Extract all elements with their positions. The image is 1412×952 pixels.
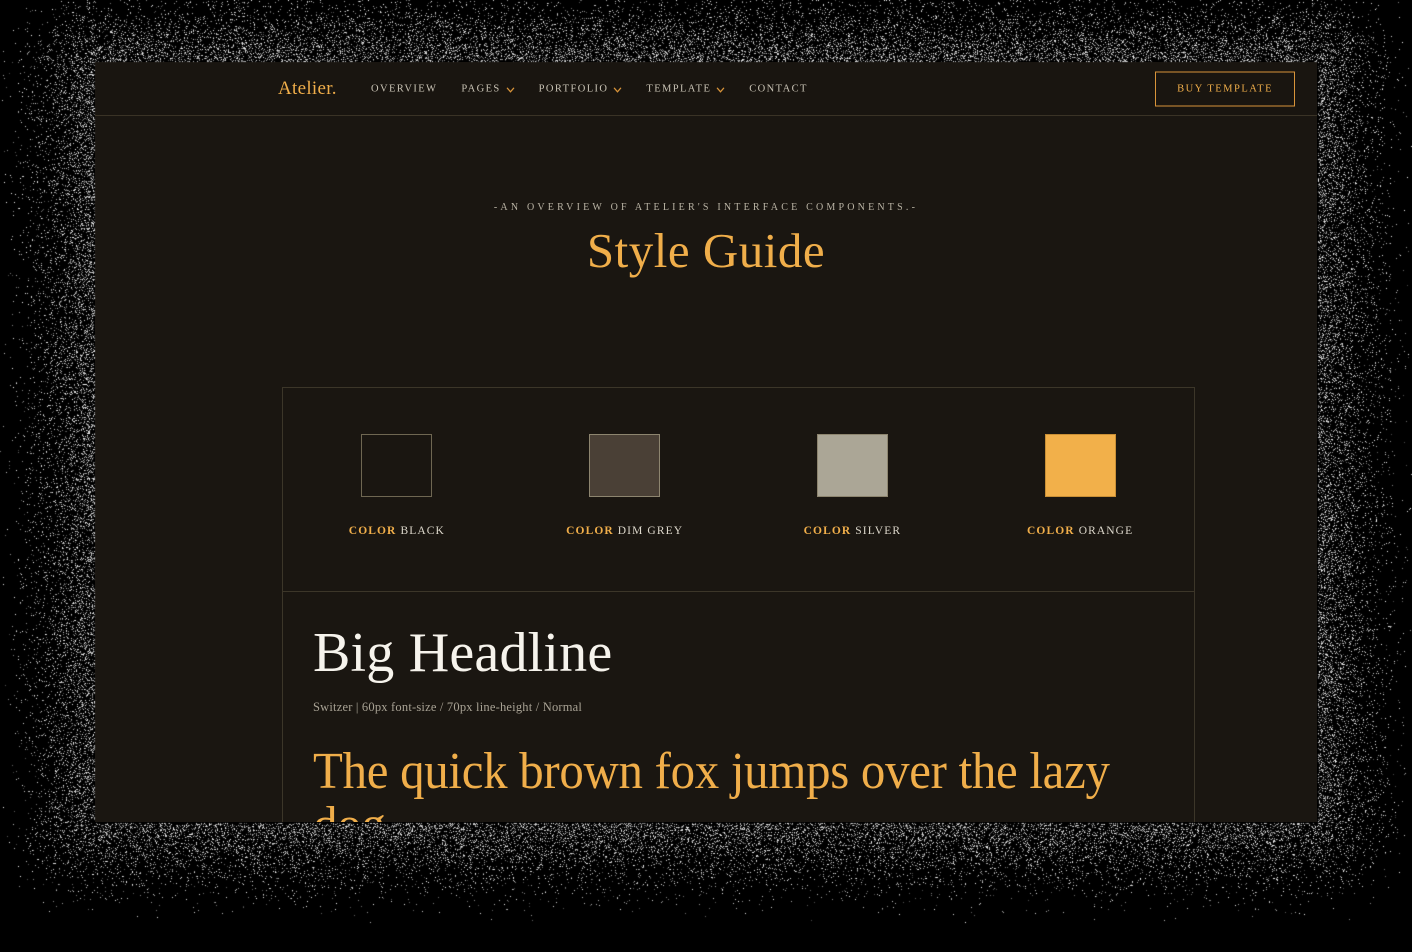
- color-swatch-orange: COLOR ORANGE: [966, 434, 1194, 537]
- browser-viewport: Atelier. OVERVIEW PAGES PORTFOLIO TEMPLA…: [95, 62, 1317, 822]
- swatch-label: COLOR ORANGE: [1027, 525, 1133, 537]
- nav-item-contact[interactable]: CONTACT: [749, 83, 808, 94]
- swatch-box: [589, 434, 661, 497]
- swatch-label: COLOR DIM GREY: [566, 525, 683, 537]
- nav-item-overview[interactable]: OVERVIEW: [371, 83, 437, 94]
- color-swatch-silver: COLOR SILVER: [739, 434, 967, 537]
- swatch-keyword: COLOR: [348, 525, 397, 537]
- brand-logo[interactable]: Atelier.: [278, 78, 337, 100]
- swatch-box: [816, 434, 888, 497]
- swatch-keyword: COLOR: [566, 525, 614, 537]
- swatch-keyword: COLOR: [803, 525, 852, 537]
- main-navigation: OVERVIEW PAGES PORTFOLIO TEMPLATE CONTAC…: [371, 83, 808, 94]
- nav-item-label: OVERVIEW: [371, 83, 438, 94]
- page-title: Style Guide: [586, 223, 826, 278]
- swatch-name: ORANGE: [1078, 525, 1134, 537]
- typography-section: Big Headline Switzer | 60px font-size / …: [283, 592, 1194, 822]
- hero-section: -AN OVERVIEW OF ATELIER'S INTERFACE COMP…: [95, 116, 1317, 276]
- nav-item-label: PAGES: [461, 83, 501, 94]
- nav-item-label: CONTACT: [749, 83, 808, 94]
- swatch-name: BLACK: [400, 525, 445, 537]
- page-body: -AN OVERVIEW OF ATELIER'S INTERFACE COMP…: [95, 116, 1317, 822]
- chevron-down-icon: [613, 85, 622, 94]
- color-palette-row: COLOR BLACK COLOR DIM GREY COLOR SILVER …: [283, 388, 1194, 592]
- heading-sample: Big Headline: [313, 622, 613, 684]
- hero-eyebrow: -AN OVERVIEW OF ATELIER'S INTERFACE COMP…: [493, 202, 919, 213]
- style-guide-card: COLOR BLACK COLOR DIM GREY COLOR SILVER …: [282, 387, 1195, 822]
- heading-meta: Switzer | 60px font-size / 70px line-hei…: [313, 700, 583, 714]
- swatch-label: COLOR BLACK: [349, 525, 445, 537]
- color-swatch-dim-grey: COLOR DIM GREY: [511, 434, 739, 537]
- site-header: Atelier. OVERVIEW PAGES PORTFOLIO TEMPLA…: [95, 62, 1317, 116]
- pangram-sample: The quick brown fox jumps over the lazy …: [313, 743, 1110, 823]
- swatch-label: COLOR SILVER: [804, 525, 901, 537]
- swatch-box: [361, 434, 433, 497]
- nav-item-label: PORTFOLIO: [538, 83, 609, 94]
- nav-item-portfolio[interactable]: PORTFOLIO: [539, 83, 623, 94]
- chevron-down-icon: [716, 85, 725, 94]
- screenshot-stage: Atelier. OVERVIEW PAGES PORTFOLIO TEMPLA…: [0, 0, 1412, 952]
- nav-item-template[interactable]: TEMPLATE: [646, 83, 725, 94]
- swatch-name: SILVER: [855, 525, 902, 537]
- buy-template-button[interactable]: BUY TEMPLATE: [1155, 71, 1295, 106]
- swatch-name: DIM GREY: [617, 525, 684, 537]
- swatch-keyword: COLOR: [1027, 525, 1075, 537]
- color-swatch-black: COLOR BLACK: [283, 434, 511, 537]
- swatch-box: [1044, 434, 1116, 497]
- nav-item-pages[interactable]: PAGES: [461, 83, 514, 94]
- chevron-down-icon: [506, 85, 515, 94]
- nav-item-label: TEMPLATE: [646, 83, 712, 94]
